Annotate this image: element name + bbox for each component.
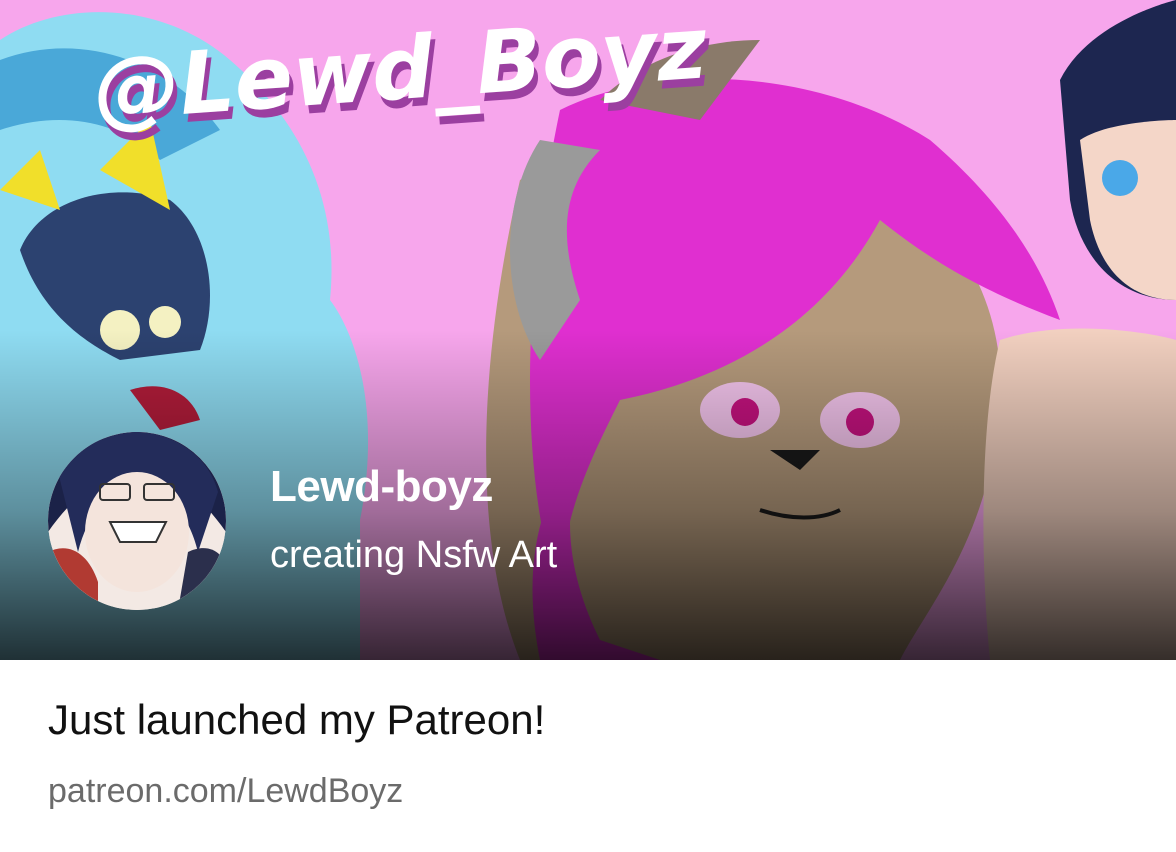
creator-tagline: creating Nsfw Art [270, 534, 558, 576]
creator-name[interactable]: Lewd-boyz [270, 462, 493, 512]
creator-avatar[interactable] [48, 432, 226, 610]
avatar-image [48, 432, 226, 610]
post-link[interactable]: patreon.com/LewdBoyz [48, 772, 403, 811]
post-title[interactable]: Just launched my Patreon! [48, 696, 545, 744]
link-preview-card[interactable]: @Lewd_Boyz @Lewd_Boyz Lewd-boyz creating… [0, 0, 1176, 852]
